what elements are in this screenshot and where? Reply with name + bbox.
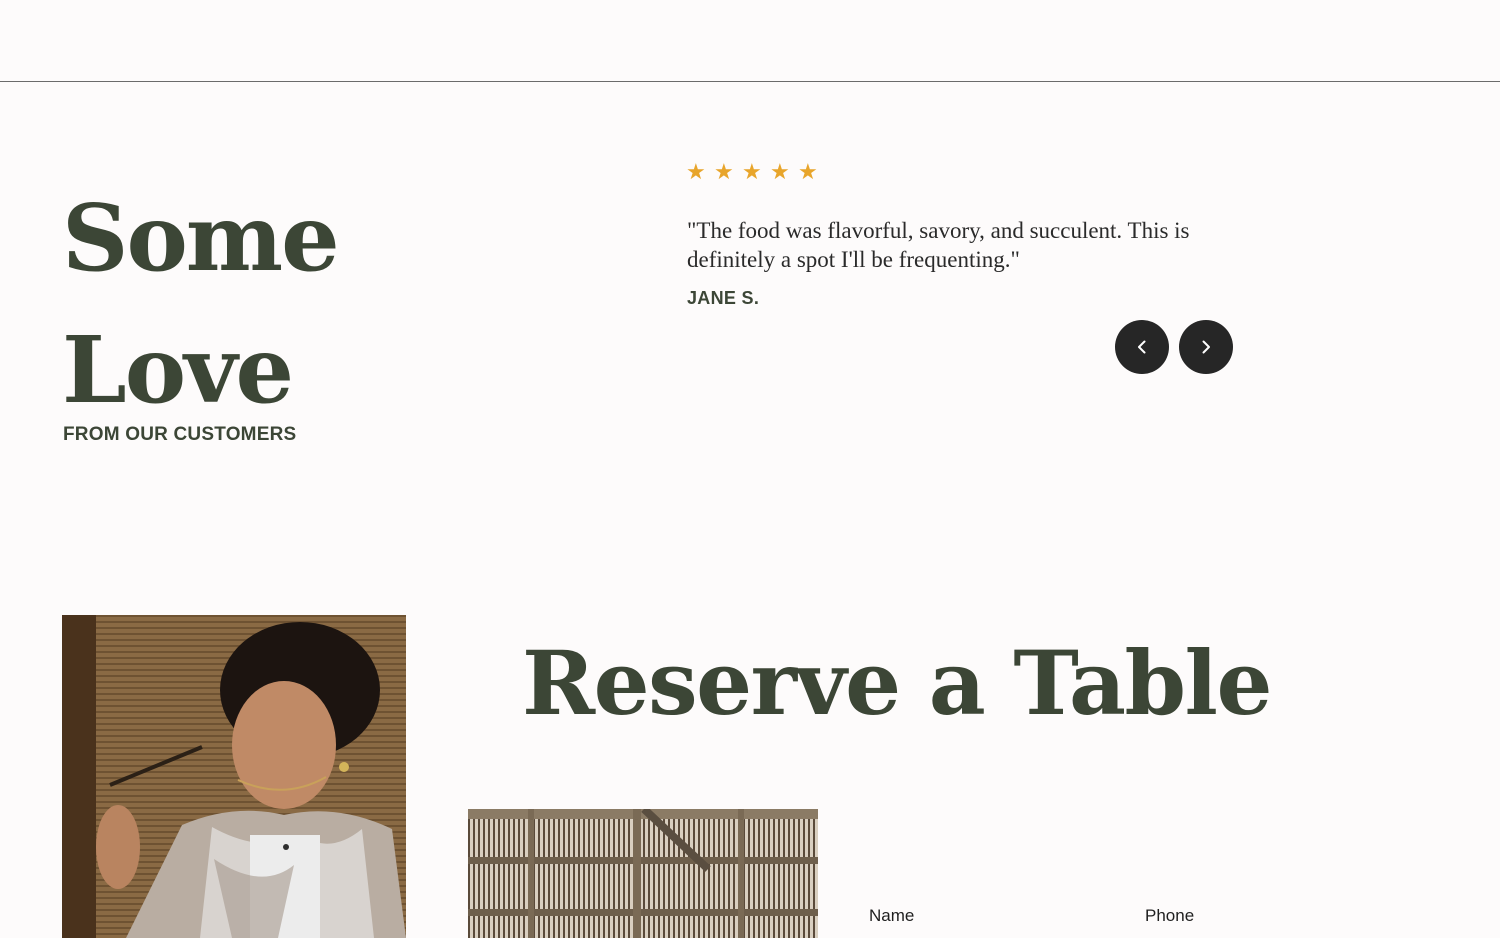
star-icon: ★ xyxy=(686,160,706,185)
chevron-right-icon xyxy=(1202,340,1210,354)
testimonial-author: JANE S. xyxy=(687,288,760,308)
restaurant-ceiling-photo xyxy=(468,809,818,938)
testimonials-heading: Some Love xyxy=(62,172,522,436)
star-icon: ★ xyxy=(714,160,734,185)
star-icon: ★ xyxy=(770,160,790,185)
next-testimonial-button[interactable] xyxy=(1179,320,1233,374)
testimonial-quote: "The food was flavorful, savory, and suc… xyxy=(687,218,1190,272)
star-rating: ★ ★ ★ ★ ★ xyxy=(686,160,818,185)
star-icon: ★ xyxy=(742,160,762,185)
customer-photo xyxy=(62,615,406,938)
heading-line-1: Some xyxy=(62,184,340,292)
previous-testimonial-button[interactable] xyxy=(1115,320,1169,374)
header-bar xyxy=(0,0,1500,82)
chevron-left-icon xyxy=(1138,340,1146,354)
heading-line-2: Love xyxy=(62,316,294,424)
star-icon: ★ xyxy=(798,160,818,185)
reserve-heading: Reserve a Table xyxy=(522,631,1272,735)
testimonials-subheading: FROM OUR CUSTOMERS xyxy=(63,424,297,445)
phone-field-label: Phone xyxy=(1145,906,1195,925)
name-field-label: Name xyxy=(869,906,915,925)
